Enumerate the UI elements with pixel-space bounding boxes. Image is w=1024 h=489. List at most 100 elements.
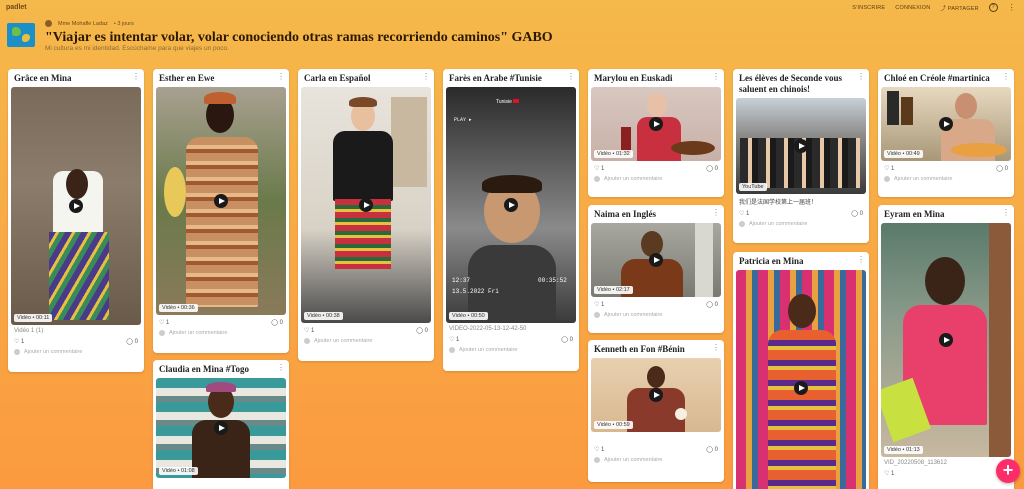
video-thumbnail[interactable]: Vidéo • 00:49	[881, 87, 1011, 161]
post-card[interactable]: Les élèves de Seconde vous saluent en ch…	[733, 69, 869, 243]
play-icon[interactable]	[69, 199, 83, 213]
add-comment-input[interactable]: Ajouter un commentaire	[459, 347, 517, 353]
add-comment-input[interactable]: Ajouter un commentaire	[604, 176, 662, 182]
play-icon[interactable]	[649, 117, 663, 131]
post-card[interactable]: Carla en Español ⋮ Vidéo • 00:38 ♡ 1 ◯ 0…	[298, 69, 434, 361]
post-card[interactable]: Esther en Ewe ⋮ Vidéo • 00:36 ♡ 1 ◯ 0 Aj…	[153, 69, 289, 353]
comment-row[interactable]: Ajouter un commentaire	[588, 308, 724, 323]
play-icon[interactable]	[649, 388, 663, 402]
signup-link[interactable]: S'INSCRIRE	[852, 5, 885, 11]
play-icon[interactable]	[214, 421, 228, 435]
brand-logo[interactable]: padlet	[6, 4, 27, 11]
video-thumbnail[interactable]: Vidéo • 00:11	[11, 87, 141, 325]
like-button[interactable]: ♡ 1	[449, 336, 459, 343]
add-comment-input[interactable]: Ajouter un commentaire	[314, 338, 372, 344]
comment-row[interactable]: Ajouter un commentaire	[588, 453, 724, 468]
avatar[interactable]	[45, 20, 52, 27]
play-icon[interactable]	[794, 381, 808, 395]
like-button[interactable]: ♡ 1	[594, 165, 604, 172]
like-button[interactable]: ♡ 1	[594, 301, 604, 308]
add-comment-input[interactable]: Ajouter un commentaire	[169, 330, 227, 336]
reactions-row: ♡ 1 ◯ 0	[588, 161, 724, 172]
add-comment-input[interactable]: Ajouter un commentaire	[749, 221, 807, 227]
comment-count[interactable]: ◯ 0	[706, 446, 718, 453]
post-menu-icon[interactable]: ⋮	[277, 363, 285, 372]
like-button[interactable]: ♡ 1	[14, 338, 24, 345]
share-button[interactable]: ⤴ PARTAGER	[940, 4, 978, 12]
play-icon[interactable]	[214, 194, 228, 208]
play-icon[interactable]	[649, 253, 663, 267]
add-comment-input[interactable]: Ajouter un commentaire	[894, 176, 952, 182]
comment-row[interactable]: Ajouter un commentaire	[8, 345, 144, 360]
post-card[interactable]: Kenneth en Fon #Bénin ⋮ Vidéo • 00:59 ♡ …	[588, 340, 724, 482]
like-button[interactable]: ♡ 1	[884, 165, 894, 172]
post-card[interactable]: Farès en Arabe #Tunisie ⋮ Tunisie PLAY ▸…	[443, 69, 579, 371]
play-icon[interactable]	[359, 198, 373, 212]
comment-count[interactable]: ◯ 0	[706, 165, 718, 172]
like-button[interactable]: ♡ 1	[739, 210, 749, 217]
post-menu-icon[interactable]: ⋮	[422, 72, 430, 81]
comment-row[interactable]: Ajouter un commentaire	[298, 334, 434, 349]
post-menu-icon[interactable]: ⋮	[132, 72, 140, 81]
login-link[interactable]: CONNEXION	[895, 5, 930, 11]
comment-count[interactable]: ◯ 0	[271, 319, 283, 326]
figure-head	[66, 169, 88, 199]
add-post-button[interactable]: +	[996, 459, 1020, 483]
comment-count[interactable]: ◯ 0	[851, 210, 863, 217]
play-icon[interactable]	[939, 117, 953, 131]
post-menu-icon[interactable]: ⋮	[857, 72, 865, 81]
post-menu-icon[interactable]: ⋮	[712, 208, 720, 217]
comment-count[interactable]: ◯ 0	[706, 301, 718, 308]
video-thumbnail[interactable]: Vidéo • 01:32	[591, 87, 721, 161]
figure-head	[925, 257, 965, 305]
comment-count[interactable]: ◯ 0	[561, 336, 573, 343]
more-menu-icon[interactable]: ⋮	[1008, 3, 1016, 12]
video-thumbnail[interactable]: Vidéo • 00:59	[591, 358, 721, 432]
like-button[interactable]: ♡ 1	[884, 470, 894, 477]
author-name[interactable]: Mme Mohafle Ladaz	[58, 21, 108, 27]
reactions-row: ♡ 1 ◯ 0	[298, 323, 434, 334]
video-thumbnail[interactable]: Vidéo • 02:17	[591, 223, 721, 297]
like-button[interactable]: ♡ 1	[304, 327, 314, 334]
post-card[interactable]: Claudia en Mina #Togo ⋮ Vidéo • 01:08	[153, 360, 289, 489]
video-thumbnail[interactable]: Tunisie PLAY ▸ 12:37 00:35:52 13.5.2022 …	[446, 87, 576, 323]
post-card[interactable]: Marylou en Euskadi ⋮ Vidéo • 01:32 ♡ 1 ◯…	[588, 69, 724, 197]
avatar	[304, 338, 310, 344]
post-menu-icon[interactable]: ⋮	[1002, 72, 1010, 81]
post-menu-icon[interactable]: ⋮	[712, 72, 720, 81]
play-icon[interactable]	[939, 333, 953, 347]
comment-row[interactable]: Ajouter un commentaire	[588, 172, 724, 187]
comment-count[interactable]: ◯ 0	[416, 327, 428, 334]
add-comment-input[interactable]: Ajouter un commentaire	[604, 312, 662, 318]
like-button[interactable]: ♡ 1	[594, 446, 604, 453]
post-menu-icon[interactable]: ⋮	[277, 72, 285, 81]
comment-row[interactable]: Ajouter un commentaire	[733, 217, 869, 232]
post-menu-icon[interactable]: ⋮	[1002, 208, 1010, 217]
play-icon[interactable]	[504, 198, 518, 212]
post-card[interactable]: Naima en Inglés ⋮ Vidéo • 02:17 ♡ 1 ◯ 0 …	[588, 205, 724, 333]
comment-row[interactable]: Ajouter un commentaire	[878, 172, 1014, 187]
video-thumbnail[interactable]: Vidéo • 00:38	[301, 87, 431, 323]
help-icon[interactable]: ?	[988, 3, 998, 12]
post-menu-icon[interactable]: ⋮	[712, 343, 720, 352]
video-thumbnail[interactable]	[736, 270, 866, 489]
play-icon[interactable]	[794, 139, 808, 153]
post-card[interactable]: Grâce en Mina ⋮ Vidéo • 00:11 Vidéo 1 (1…	[8, 69, 144, 372]
add-comment-input[interactable]: Ajouter un commentaire	[604, 457, 662, 463]
comment-count[interactable]: ◯ 0	[996, 165, 1008, 172]
post-menu-icon[interactable]: ⋮	[857, 255, 865, 264]
post-card[interactable]: Chloé en Créole #martinica ⋮ Vidéo • 00:…	[878, 69, 1014, 197]
video-thumbnail[interactable]: Vidéo • 00:36	[156, 87, 286, 315]
post-card[interactable]: Eyram en Mina ⋮ Vidéo • 01:13 VID_202205…	[878, 205, 1014, 489]
video-thumbnail[interactable]: Vidéo • 01:08	[156, 378, 286, 478]
video-thumbnail[interactable]: Vidéo • 01:13	[881, 223, 1011, 457]
post-card[interactable]: Patricia en Mina ⋮	[733, 252, 869, 489]
comment-count[interactable]: ◯ 0	[126, 338, 138, 345]
comment-row[interactable]: Ajouter un commentaire	[443, 343, 579, 358]
like-button[interactable]: ♡ 1	[159, 319, 169, 326]
video-duration: Vidéo • 01:32	[594, 150, 633, 158]
comment-row[interactable]: Ajouter un commentaire	[153, 326, 289, 341]
add-comment-input[interactable]: Ajouter un commentaire	[24, 349, 82, 355]
post-menu-icon[interactable]: ⋮	[567, 72, 575, 81]
video-thumbnail[interactable]: YouTube	[736, 98, 866, 194]
